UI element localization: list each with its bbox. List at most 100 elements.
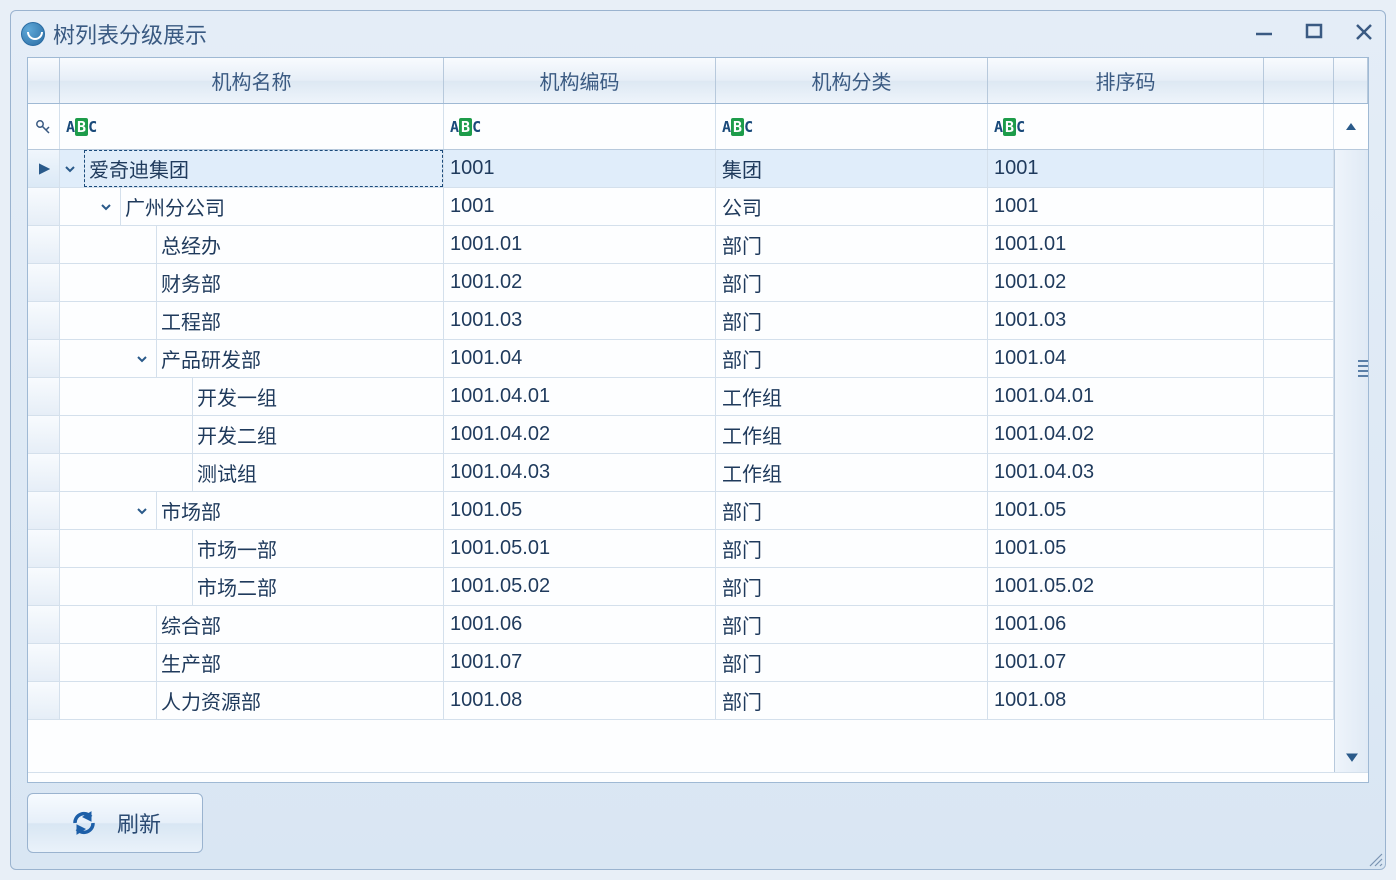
name-text[interactable]: 产品研发部 <box>156 340 443 377</box>
name-text[interactable]: 市场部 <box>156 492 443 529</box>
table-row[interactable]: 财务部1001.02部门1001.02 <box>28 264 1334 302</box>
cell-name[interactable]: 广州分公司 <box>60 188 444 226</box>
cell-category[interactable]: 部门 <box>716 682 988 720</box>
close-button[interactable] <box>1353 20 1375 48</box>
filter-cell-name[interactable]: ABC <box>60 104 444 149</box>
cell-name[interactable]: 市场一部 <box>60 530 444 568</box>
cell-name[interactable]: 生产部 <box>60 644 444 682</box>
name-text[interactable]: 测试组 <box>192 454 443 491</box>
column-header-sort[interactable]: 排序码 <box>988 58 1264 103</box>
name-text[interactable]: 广州分公司 <box>120 188 443 225</box>
cell-sort[interactable]: 1001.03 <box>988 302 1264 340</box>
name-text[interactable]: 财务部 <box>156 264 443 301</box>
scroll-down-button[interactable] <box>1335 742 1368 772</box>
cell-code[interactable]: 1001.04 <box>444 340 716 378</box>
cell-sort[interactable]: 1001.01 <box>988 226 1264 264</box>
cell-name[interactable]: 测试组 <box>60 454 444 492</box>
cell-category[interactable]: 部门 <box>716 226 988 264</box>
minimize-button[interactable] <box>1253 20 1275 48</box>
cell-sort[interactable]: 1001.04.01 <box>988 378 1264 416</box>
cell-name[interactable]: 产品研发部 <box>60 340 444 378</box>
table-row[interactable]: 开发一组1001.04.01工作组1001.04.01 <box>28 378 1334 416</box>
refresh-button[interactable]: 刷新 <box>27 793 203 853</box>
name-text[interactable]: 生产部 <box>156 644 443 681</box>
filter-cell-sort[interactable]: ABC <box>988 104 1264 149</box>
cell-code[interactable]: 1001.06 <box>444 606 716 644</box>
column-header-name[interactable]: 机构名称 <box>60 58 444 103</box>
table-row[interactable]: 广州分公司1001公司1001 <box>28 188 1334 226</box>
cell-sort[interactable]: 1001 <box>988 188 1264 226</box>
cell-sort[interactable]: 1001.05.02 <box>988 568 1264 606</box>
cell-sort[interactable]: 1001.04.02 <box>988 416 1264 454</box>
cell-category[interactable]: 工作组 <box>716 416 988 454</box>
table-row[interactable]: 生产部1001.07部门1001.07 <box>28 644 1334 682</box>
cell-code[interactable]: 1001.05 <box>444 492 716 530</box>
table-row[interactable]: 测试组1001.04.03工作组1001.04.03 <box>28 454 1334 492</box>
cell-sort[interactable]: 1001.07 <box>988 644 1264 682</box>
cell-sort[interactable]: 1001.04.03 <box>988 454 1264 492</box>
cell-category[interactable]: 部门 <box>716 530 988 568</box>
cell-category[interactable]: 部门 <box>716 644 988 682</box>
filter-indicator[interactable] <box>28 104 60 149</box>
cell-code[interactable]: 1001.04.02 <box>444 416 716 454</box>
cell-name[interactable]: 市场二部 <box>60 568 444 606</box>
cell-sort[interactable]: 1001.05 <box>988 530 1264 568</box>
table-row[interactable]: 人力资源部1001.08部门1001.08 <box>28 682 1334 720</box>
cell-name[interactable]: 财务部 <box>60 264 444 302</box>
filter-cell-code[interactable]: ABC <box>444 104 716 149</box>
name-text[interactable]: 爱奇迪集团 <box>84 150 443 187</box>
scroll-up-button[interactable] <box>1334 104 1368 149</box>
cell-name[interactable]: 综合部 <box>60 606 444 644</box>
column-header-category[interactable]: 机构分类 <box>716 58 988 103</box>
name-text[interactable]: 工程部 <box>156 302 443 339</box>
cell-name[interactable]: 总经办 <box>60 226 444 264</box>
name-text[interactable]: 总经办 <box>156 226 443 263</box>
name-text[interactable]: 开发一组 <box>192 378 443 415</box>
resize-grip-icon[interactable] <box>1367 851 1383 867</box>
cell-category[interactable]: 部门 <box>716 568 988 606</box>
cell-code[interactable]: 1001.01 <box>444 226 716 264</box>
table-row[interactable]: 总经办1001.01部门1001.01 <box>28 226 1334 264</box>
cell-category[interactable]: 部门 <box>716 302 988 340</box>
chevron-down-icon[interactable] <box>60 159 80 179</box>
vertical-scrollbar[interactable] <box>1334 150 1368 772</box>
cell-name[interactable]: 爱奇迪集团 <box>60 150 444 188</box>
cell-sort[interactable]: 1001.04 <box>988 340 1264 378</box>
cell-code[interactable]: 1001.08 <box>444 682 716 720</box>
table-row[interactable]: 市场部1001.05部门1001.05 <box>28 492 1334 530</box>
cell-category[interactable]: 部门 <box>716 606 988 644</box>
chevron-down-icon[interactable] <box>132 349 152 369</box>
cell-category[interactable]: 公司 <box>716 188 988 226</box>
cell-sort[interactable]: 1001.08 <box>988 682 1264 720</box>
cell-code[interactable]: 1001 <box>444 150 716 188</box>
cell-name[interactable]: 开发二组 <box>60 416 444 454</box>
cell-category[interactable]: 部门 <box>716 264 988 302</box>
cell-code[interactable]: 1001.04.01 <box>444 378 716 416</box>
name-text[interactable]: 市场二部 <box>192 568 443 605</box>
cell-sort[interactable]: 1001 <box>988 150 1264 188</box>
name-text[interactable]: 开发二组 <box>192 416 443 453</box>
table-row[interactable]: 工程部1001.03部门1001.03 <box>28 302 1334 340</box>
cell-code[interactable]: 1001.05.02 <box>444 568 716 606</box>
cell-sort[interactable]: 1001.02 <box>988 264 1264 302</box>
cell-code[interactable]: 1001.02 <box>444 264 716 302</box>
table-row[interactable]: 综合部1001.06部门1001.06 <box>28 606 1334 644</box>
name-text[interactable]: 综合部 <box>156 606 443 643</box>
cell-name[interactable]: 人力资源部 <box>60 682 444 720</box>
cell-sort[interactable]: 1001.06 <box>988 606 1264 644</box>
table-row[interactable]: 市场二部1001.05.02部门1001.05.02 <box>28 568 1334 606</box>
chevron-down-icon[interactable] <box>132 501 152 521</box>
cell-name[interactable]: 开发一组 <box>60 378 444 416</box>
cell-category[interactable]: 部门 <box>716 340 988 378</box>
cell-code[interactable]: 1001.05.01 <box>444 530 716 568</box>
cell-category[interactable]: 部门 <box>716 492 988 530</box>
cell-code[interactable]: 1001.04.03 <box>444 454 716 492</box>
cell-name[interactable]: 市场部 <box>60 492 444 530</box>
name-text[interactable]: 市场一部 <box>192 530 443 567</box>
cell-category[interactable]: 集团 <box>716 150 988 188</box>
chevron-down-icon[interactable] <box>96 197 116 217</box>
cell-category[interactable]: 工作组 <box>716 378 988 416</box>
cell-code[interactable]: 1001 <box>444 188 716 226</box>
cell-category[interactable]: 工作组 <box>716 454 988 492</box>
table-row[interactable]: 开发二组1001.04.02工作组1001.04.02 <box>28 416 1334 454</box>
